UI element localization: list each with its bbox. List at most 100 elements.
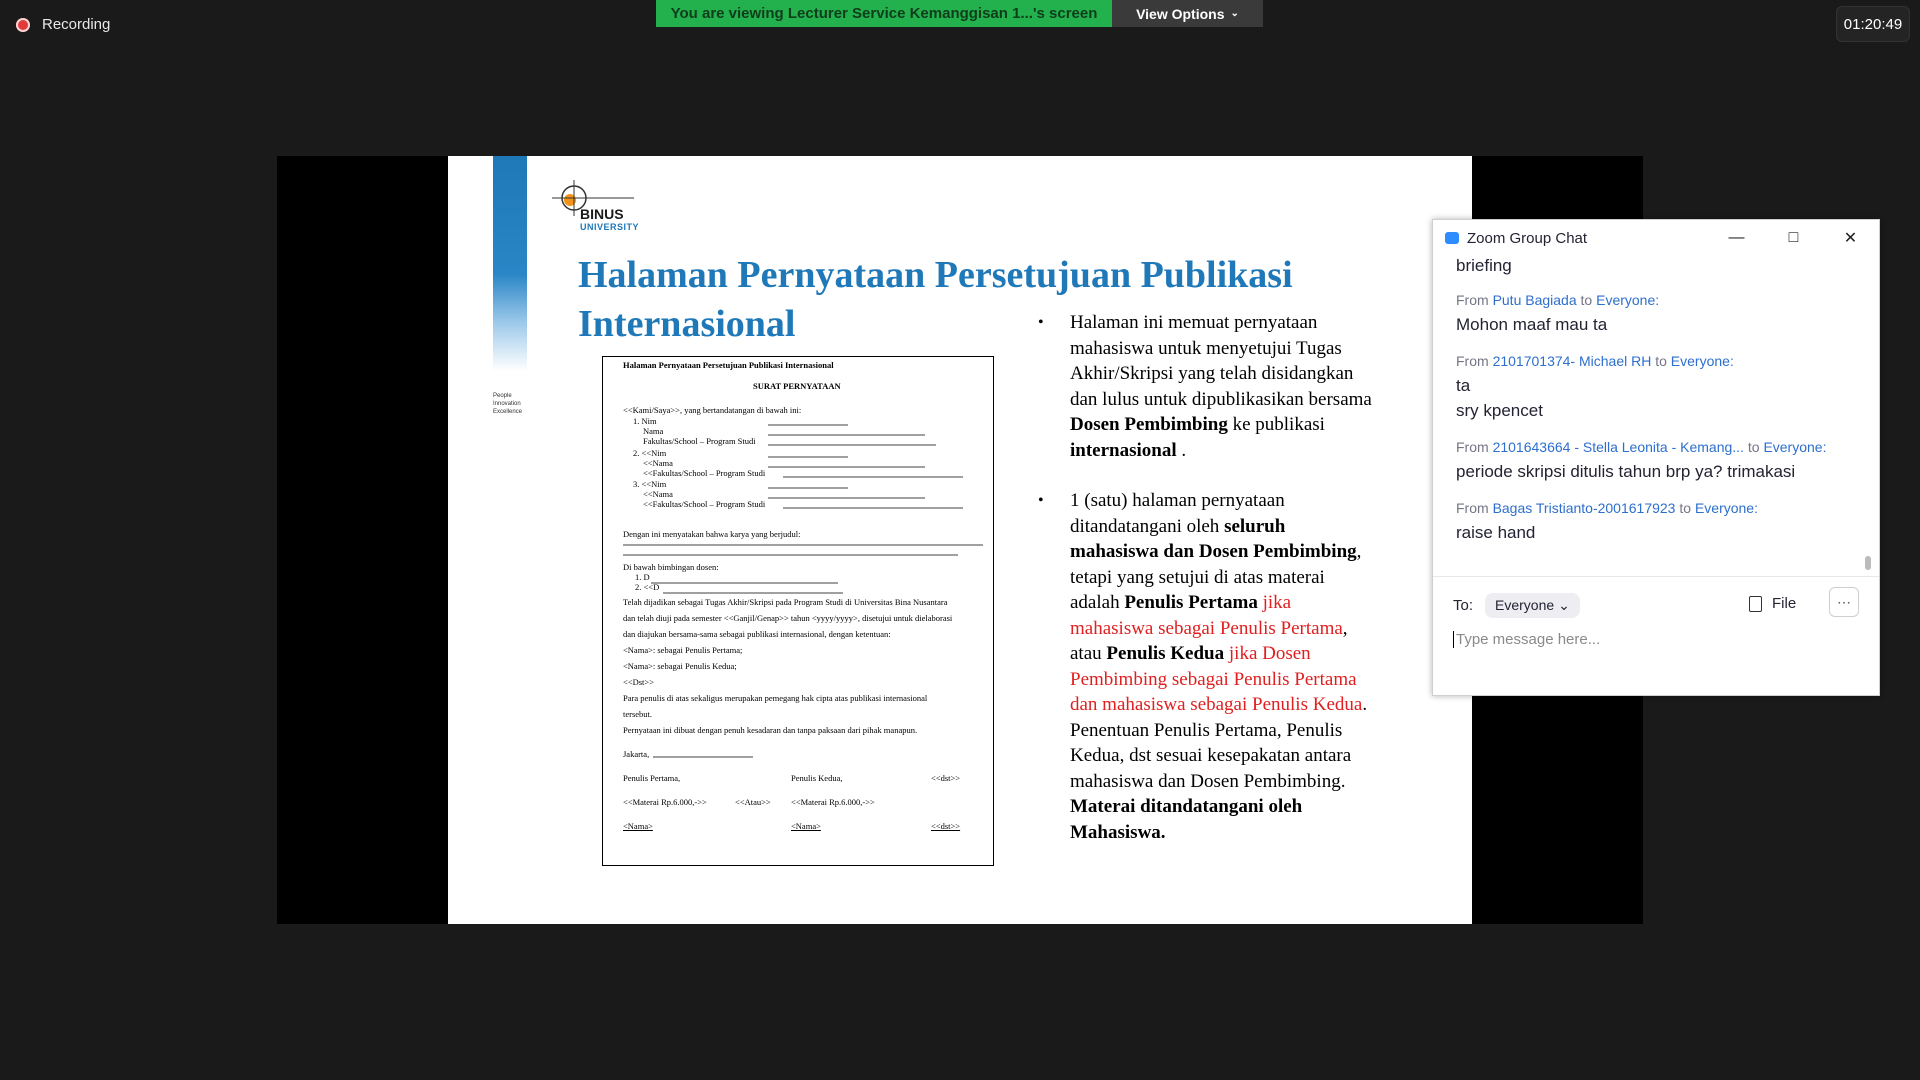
tagline-line: Excellence [493, 409, 523, 415]
chat-message-meta: From 2101643664 - Stella Leonita - Keman… [1456, 439, 1863, 455]
view-options-button[interactable]: View Options ⌄ [1112, 0, 1263, 27]
chat-message-body: periode skripsi ditulis tahun brp ya? tr… [1456, 459, 1863, 484]
tagline-line: People [493, 393, 512, 399]
chat-message: From Putu Bagiada to Everyone: Mohon maa… [1433, 292, 1863, 337]
recipient-name: Everyone: [1694, 500, 1758, 516]
slide-title-line: Halaman Pernyataan Persetujuan Publikasi [578, 254, 1293, 296]
recipient-name: Everyone: [1596, 292, 1660, 308]
doc-line: Para penulis di atas sekaligus merupakan… [623, 693, 928, 703]
chat-title: Zoom Group Chat [1467, 229, 1588, 247]
recording-indicator[interactable]: Recording [16, 16, 110, 33]
to-label: To: [1453, 597, 1474, 614]
logo-text: BINUS [580, 206, 624, 222]
bullet-item: Halaman ini memuat pernyataan mahasiswa … [1038, 310, 1378, 463]
doc-line: 2. <<D [635, 582, 660, 592]
doc-line: <Nama>: sebagai Penulis Kedua; [623, 661, 737, 671]
scrollbar-thumb[interactable] [1865, 556, 1871, 570]
to-label: to [1655, 353, 1667, 369]
file-button[interactable]: File [1749, 595, 1796, 612]
from-label: From [1456, 353, 1489, 369]
sender-name[interactable]: 2101643664 - Stella Leonita - Kemang... [1493, 439, 1744, 455]
file-icon [1749, 595, 1762, 612]
bullet-item: 1 (satu) halaman pernyataan ditandatanga… [1038, 488, 1378, 845]
recipient-dropdown[interactable]: Everyone ⌄ [1485, 593, 1580, 618]
viewing-banner-text: You are viewing Lecturer Service Kemangg… [656, 0, 1112, 27]
chat-message-meta: From Bagas Tristianto-2001617923 to Ever… [1456, 500, 1863, 516]
binus-logo: BINUS UNIVERSITY [548, 178, 658, 232]
screen-share-banner: You are viewing Lecturer Service Kemangg… [656, 0, 1263, 27]
document-image: Halaman Pernyataan Persetujuan Publikasi… [602, 356, 994, 866]
sender-name[interactable]: Putu Bagiada [1493, 292, 1577, 308]
doc-line: dan telah diuji pada semester <<Ganjil/G… [623, 613, 953, 623]
sender-name[interactable]: 2101701374- Michael RH [1493, 353, 1652, 369]
bullet-bold: Materai ditandatangani oleh Mahasiswa. [1070, 796, 1303, 843]
more-options-icon[interactable]: ⋯ [1829, 587, 1859, 617]
bullet-text: Halaman ini memuat pernyataan mahasiswa … [1070, 312, 1372, 410]
zoom-logo-icon [1445, 232, 1459, 244]
record-icon [16, 17, 30, 32]
doc-line: <<dst>> [931, 773, 961, 783]
recording-label: Recording [42, 16, 111, 33]
message-line: Mohon maaf mau ta [1456, 315, 1608, 334]
doc-line: Dengan ini menyatakan bahwa karya yang b… [623, 529, 801, 539]
doc-line: <Nama> [791, 821, 821, 831]
from-label: From [1456, 439, 1489, 455]
slide-side-stripe [493, 156, 527, 371]
bullet-bold: Penulis Pertama [1124, 592, 1258, 613]
bullet-bold: Penulis Kedua [1106, 643, 1225, 664]
doc-line: Pernyataan ini dibuat dengan penuh kesad… [623, 725, 918, 735]
meeting-timer: 01:20:49 [1836, 6, 1910, 42]
message-line: sry kpencet [1456, 401, 1543, 420]
to-label: to [1679, 500, 1692, 516]
sender-name[interactable]: Bagas Tristianto-2001617923 [1493, 500, 1676, 516]
message-line: ta [1456, 376, 1471, 395]
from-label: From [1456, 500, 1489, 516]
chat-titlebar[interactable]: Zoom Group Chat — □ ✕ [1433, 220, 1879, 256]
chat-message: From 2101643664 - Stella Leonita - Keman… [1433, 439, 1863, 484]
doc-line: <<Materai Rp.6.000,->> [623, 797, 707, 807]
doc-line: <<Atau>> [735, 797, 771, 807]
chat-message-list[interactable]: briefing From Putu Bagiada to Everyone: … [1433, 256, 1863, 566]
bullet-bold: internasional [1070, 439, 1177, 461]
doc-line: Jakarta, [623, 749, 650, 759]
view-options-label: View Options [1136, 5, 1225, 22]
doc-line: <<Materai Rp.6.000,->> [791, 797, 875, 807]
chevron-down-icon: ⌄ [1558, 597, 1570, 613]
chevron-down-icon: ⌄ [1230, 8, 1239, 19]
doc-line: tersebut. [623, 709, 653, 719]
doc-line: Penulis Kedua, [791, 773, 843, 783]
to-label: to [1580, 292, 1593, 308]
doc-line: <Nama>: sebagai Penulis Pertama; [623, 645, 743, 655]
to-label: to [1747, 439, 1760, 455]
recipient-value: Everyone [1495, 597, 1555, 613]
bullet-text: ke publikasi [1227, 414, 1325, 435]
chat-scrollbar[interactable] [1865, 256, 1871, 570]
chat-message-body: ta sry kpencet [1456, 373, 1863, 423]
bullet-text: . [1176, 439, 1187, 461]
group-chat-window[interactable]: Zoom Group Chat — □ ✕ briefing From Putu… [1432, 219, 1880, 696]
from-label: From [1456, 292, 1489, 308]
maximize-icon[interactable]: □ [1765, 220, 1822, 256]
file-label: File [1772, 595, 1797, 612]
minimize-icon[interactable]: — [1708, 220, 1765, 256]
message-input[interactable]: Type message here... [1453, 631, 1600, 648]
doc-line: <<dst>> [931, 821, 961, 831]
chat-compose-area: To: Everyone ⌄ File ⋯ Type message here.… [1433, 576, 1879, 648]
close-icon[interactable]: ✕ [1822, 220, 1879, 256]
doc-line: Di bawah bimbingan dosen: [623, 562, 719, 572]
recipient-name: Everyone: [1763, 439, 1827, 455]
chat-message-partial: briefing [1456, 256, 1512, 275]
doc-blank-lines [623, 424, 983, 758]
doc-line: Penulis Pertama, [623, 773, 681, 783]
message-line: periode skripsi ditulis tahun brp ya? tr… [1456, 462, 1796, 481]
chat-message-body: raise hand [1456, 520, 1863, 545]
tagline-line: Innovation [493, 401, 521, 407]
recipient-name: Everyone: [1670, 353, 1734, 369]
doc-line: <Nama> [623, 821, 653, 831]
chat-message: From Bagas Tristianto-2001617923 to Ever… [1433, 500, 1863, 545]
doc-line: <<Dst>> [623, 677, 654, 687]
chat-message-meta: From Putu Bagiada to Everyone: [1456, 292, 1863, 308]
doc-line: dan diajukan bersama-sama sebagai publik… [623, 629, 891, 639]
logo-subtext: UNIVERSITY [580, 222, 640, 232]
chat-message-body: Mohon maaf mau ta [1456, 312, 1863, 337]
